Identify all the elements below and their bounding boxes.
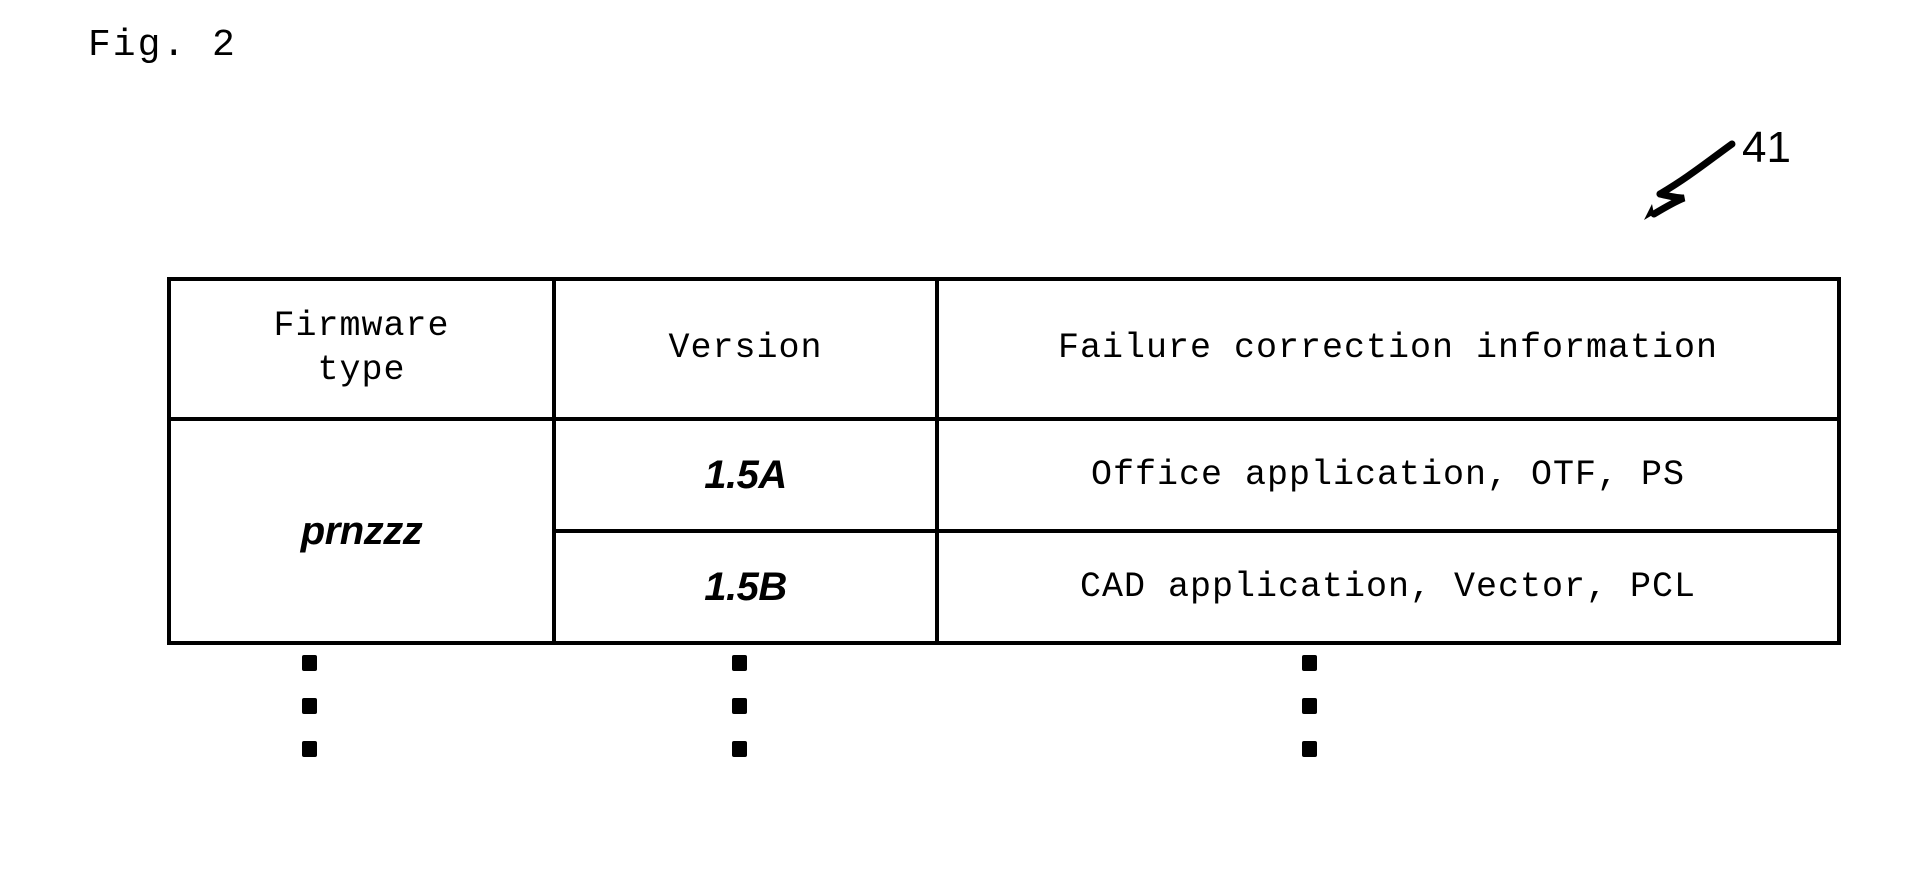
ellipsis-dot bbox=[731, 698, 747, 714]
cell-firmware-type-prnzzz: prnzzz bbox=[167, 417, 556, 645]
ellipsis-dot bbox=[731, 655, 747, 671]
vertical-ellipsis-icon-failure-correction-information bbox=[1299, 655, 1319, 757]
ellipsis-dot bbox=[301, 655, 317, 671]
ellipsis-dot bbox=[301, 741, 317, 757]
figure-title: Fig. 2 bbox=[88, 24, 237, 67]
cell-failure-correction-information-2: CAD application, Vector, PCL bbox=[935, 529, 1841, 645]
ellipsis-dot bbox=[1301, 655, 1317, 671]
continuation-ellipsis-group bbox=[0, 655, 1923, 785]
arrow-leader-icon bbox=[1630, 138, 1750, 233]
ellipsis-dot bbox=[731, 741, 747, 757]
ellipsis-dot bbox=[301, 698, 317, 714]
vertical-ellipsis-icon-version bbox=[729, 655, 749, 757]
column-header-failure-correction-information: Failure correction information bbox=[935, 277, 1841, 421]
table-row: prnzzz 1.5A Office application, OTF, PS bbox=[167, 417, 1841, 645]
firmware-version-table: Firmware type Version Failure correction… bbox=[167, 277, 1841, 645]
ellipsis-dot bbox=[1301, 741, 1317, 757]
cell-failure-correction-information-1: Office application, OTF, PS bbox=[935, 417, 1841, 533]
table-header-row: Firmware type Version Failure correction… bbox=[167, 277, 1841, 421]
cell-version-1: 1.5A bbox=[552, 417, 939, 533]
ellipsis-dot bbox=[1301, 698, 1317, 714]
column-header-version: Version bbox=[552, 277, 939, 421]
reference-callout: 41 bbox=[1630, 126, 1860, 236]
vertical-ellipsis-icon-firmware-type bbox=[299, 655, 319, 757]
cell-version-2: 1.5B bbox=[552, 529, 939, 645]
column-header-firmware-type: Firmware type bbox=[167, 277, 556, 421]
